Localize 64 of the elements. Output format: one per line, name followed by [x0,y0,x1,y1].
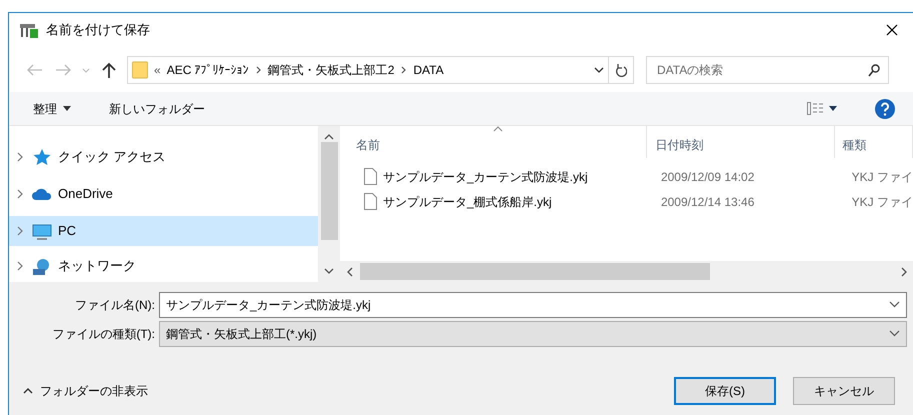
file-type: YKJ ファイ [850,194,913,210]
file-type: YKJ ファイ [850,168,913,186]
expand-chevron-icon [17,226,24,236]
dropdown-caret-icon [889,301,900,308]
hide-folders-button[interactable]: フォルダーの非表示 [23,382,148,400]
nav-pane-item[interactable]: OneDrive [9,179,318,209]
document-icon [364,168,377,185]
caret-icon [82,68,90,72]
scroll-down-icon [324,268,334,274]
scroll-up-icon [324,134,334,140]
expand-chevron-icon [17,189,24,199]
refresh-icon [615,63,627,77]
back-arrow-icon [27,64,43,76]
search-field[interactable]: DATAの検索 [646,56,889,84]
vertical-scrollbar[interactable] [318,126,340,282]
save-button[interactable]: 保存(S) [674,377,776,405]
collapse-chevron-icon [23,388,33,394]
caret-icon [63,106,71,111]
file-name[interactable]: サンプルデータ_カーテン式防波堤.ykj [383,168,588,186]
horizontal-scrollbar[interactable] [340,261,913,282]
chevron-icon [400,66,408,74]
new-folder-button[interactable]: 新しいフォルダー [105,98,209,120]
folder-icon [132,61,148,79]
star-icon [32,148,52,166]
search-icon [868,64,880,76]
file-name[interactable]: サンプルデータ_棚式係船岸.ykj [383,192,552,210]
breadcrumb[interactable]: 鋼管式・矢板式上部工2 [268,61,394,79]
help-icon [875,98,895,118]
refresh-button[interactable] [609,56,634,84]
up-arrow-icon [102,62,116,78]
nav-pane-item[interactable]: ネットワーク [9,251,318,281]
organize-menu[interactable]: 整理 [29,98,75,120]
close-icon [886,24,898,36]
nav-pane-item[interactable]: PC [9,216,318,246]
nav-pane-item[interactable]: クイック アクセス [9,142,318,172]
forward-arrow-icon [55,64,71,76]
address-bar[interactable]: « AEC ｱﾌﾟﾘｹｰｼｮﾝ 鋼管式・矢板式上部工2 DATA [127,56,609,84]
breadcrumb[interactable]: AEC ｱﾌﾟﾘｹｰｼｮﾝ [166,61,249,79]
chevron-icon [254,66,262,74]
file-date: 2009/12/14 13:46 [660,194,756,210]
window-title: 名前を付けて保存 [46,20,150,39]
column-header[interactable]: 名前 [340,126,648,158]
expand-chevron-icon [17,152,24,162]
file-type-select[interactable]: 鋼管式・矢板式上部工(*.ykj) [159,320,907,346]
file-name-field[interactable]: サンプルデータ_カーテン式防波堤.ykj [159,292,907,318]
breadcrumb[interactable]: DATA [413,61,444,79]
column-header[interactable]: 種類 [834,126,913,158]
breadcrumb[interactable]: « [154,61,161,79]
file-date: 2009/12/09 14:02 [660,168,756,186]
dropdown-caret-icon [889,330,900,337]
column-header[interactable]: 日付時刻 [647,126,835,158]
view-list-icon [807,102,823,115]
scroll-right-icon [901,266,907,276]
cancel-button[interactable]: キャンセル [793,377,895,405]
field-label: ファイル名(N): [74,296,156,314]
scroll-left-icon [347,266,353,276]
field-label: ファイルの種類(T): [51,326,156,342]
caret-icon [829,106,837,111]
monitor-icon [32,222,52,240]
app-icon [19,22,39,38]
document-icon [364,193,377,210]
expand-chevron-icon [17,261,24,271]
dropdown-caret-icon [594,67,604,73]
network-icon [32,256,52,276]
